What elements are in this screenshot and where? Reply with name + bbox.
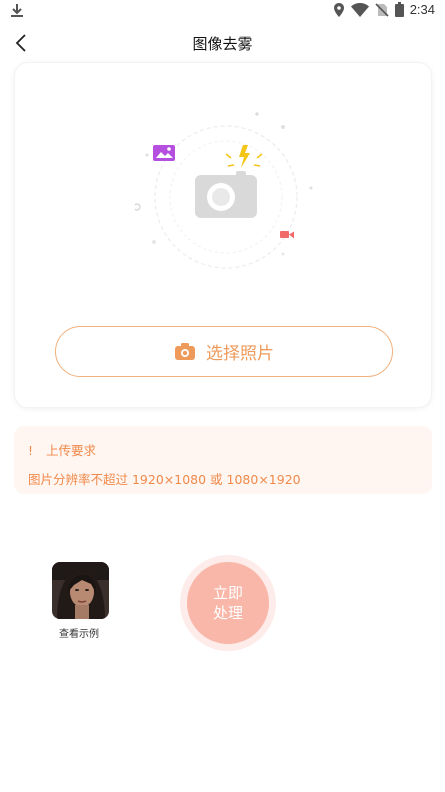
camera-icon [175,342,195,360]
choose-photo-label: 选择照片 [206,344,274,364]
process-now-button[interactable]: 立即 处理 [187,562,269,644]
view-example-label: 查看示例 [59,629,99,640]
image-icon [153,145,175,161]
choose-photo-button[interactable]: 选择照片 [55,326,393,377]
upload-card: 选择照片 [14,62,432,408]
video-icon [280,231,294,239]
flash-icon [225,145,263,168]
requirements-title: ! 上传要求 [28,440,432,459]
status-icons: 2:34 [333,2,435,17]
wifi-icon [350,2,369,17]
status-time: 2:34 [409,2,435,17]
requirements-box: ! 上传要求 图片分辨率不超过 1920×1080 或 1080×1920 [14,426,432,494]
warning-icon: ! [28,443,34,458]
page-title: 图像去雾 [192,35,253,53]
process-button-ring: 立即 处理 [180,555,276,651]
status-bar: 2:34 [0,0,445,24]
camera-illustration-icon [195,171,257,218]
upload-illustration[interactable] [133,103,335,293]
location-icon [333,2,344,17]
battery-icon [394,2,404,17]
view-example-button[interactable]: 查看示例 [52,562,110,640]
no-sim-icon [375,2,389,17]
requirements-text: 图片分辨率不超过 1920×1080 或 1080×1920 [28,472,301,487]
nav-bar: 图像去雾 [0,24,445,62]
process-label-line1: 立即 [212,584,243,602]
requirements-title-text: 上传要求 [45,443,96,458]
example-thumbnail[interactable] [52,562,109,619]
process-label-line2: 处理 [212,604,243,622]
download-icon [10,3,24,23]
